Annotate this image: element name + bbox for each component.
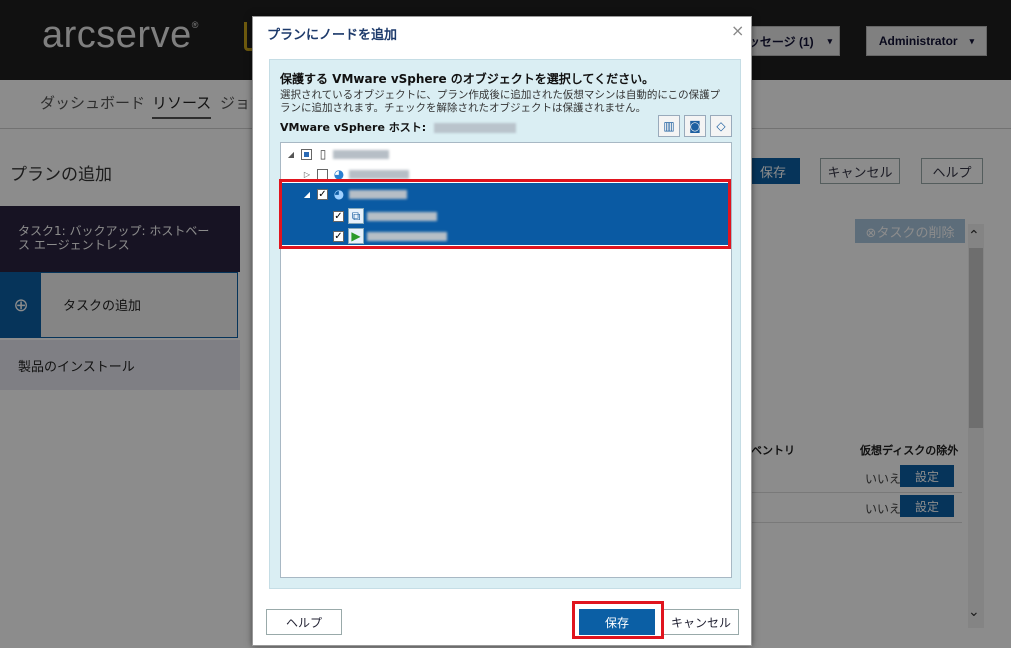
selection-heading: 保護する VMware vSphere のオブジェクトを選択してください。 — [280, 72, 655, 86]
host-name-redacted — [333, 149, 389, 159]
dialog-title: プランにノードを追加 — [267, 28, 398, 43]
checkbox-pool[interactable] — [317, 168, 328, 180]
host-value-redacted — [433, 123, 516, 133]
selection-highlight-annotation — [279, 179, 731, 249]
refresh-icon[interactable]: ◙ — [684, 115, 706, 137]
add-node-dialog: プランにノードを追加 × 保護する VMware vSphere のオブジェクト… — [252, 16, 752, 646]
selection-description: 選択されているオブジェクトに、プラン作成後に追加された仮想マシンは自動的にこの保… — [280, 89, 721, 114]
dialog-content: 保護する VMware vSphere のオブジェクトを選択してください。 選択… — [269, 59, 741, 589]
expand-icon[interactable]: ▷ — [301, 170, 313, 179]
dialog-cancel-button[interactable]: キャンセル — [663, 609, 739, 635]
pool-name-redacted — [349, 169, 409, 179]
host-label: VMware vSphere ホスト: — [280, 121, 427, 134]
save-highlight-annotation — [572, 601, 664, 639]
host-row: VMware vSphere ホスト: — [280, 119, 516, 135]
close-icon[interactable]: × — [731, 21, 744, 40]
server-icon: ▯ — [319, 147, 327, 161]
tree-node-host[interactable]: ◢ ▯ — [285, 145, 389, 163]
dialog-footer: ヘルプ 保存 キャンセル — [253, 599, 751, 645]
expand-all-icon[interactable]: ▥ — [658, 115, 680, 137]
tag-icon[interactable]: ◇ — [710, 115, 732, 137]
collapse-icon[interactable]: ◢ — [285, 150, 297, 159]
checkbox-host[interactable] — [301, 148, 312, 160]
dialog-help-button[interactable]: ヘルプ — [266, 609, 342, 635]
